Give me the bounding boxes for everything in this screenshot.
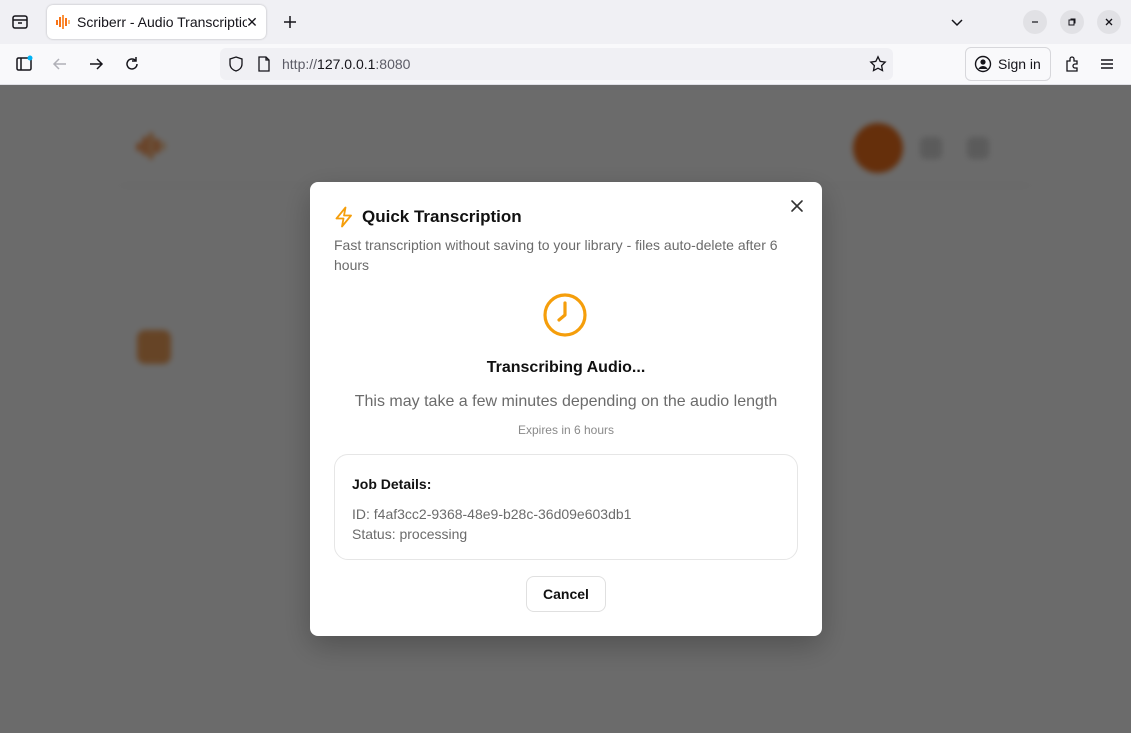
sign-in-button[interactable]: Sign in [965,47,1051,81]
reload-icon[interactable] [120,52,144,76]
dialog-description: Fast transcription without saving to you… [334,237,778,273]
browser-nav-bar: http://127.0.0.1:8080 Sign in [0,44,1131,85]
chevron-down-icon[interactable] [945,10,969,34]
menu-hamburger-icon[interactable] [1095,52,1119,76]
status-subtitle: This may take a few minutes depending on… [354,393,778,410]
expiry-note: Expires in 6 hours [517,423,615,437]
dialog-header: Quick Transcription [334,206,522,228]
tab-close-icon[interactable]: ✕ [244,14,260,30]
close-icon[interactable] [787,196,807,216]
browser-tab-bar: Scriberr - Audio Transcription ✕ [0,0,1131,44]
extensions-icon[interactable] [1060,52,1084,76]
job-status: Status: processing [352,526,468,542]
back-arrow-icon[interactable] [48,52,72,76]
new-tab-icon[interactable] [278,10,302,34]
forward-arrow-icon[interactable] [84,52,108,76]
tab-title: Scriberr - Audio Transcription [77,14,247,30]
quick-transcription-dialog: Quick Transcription Fast transcription w… [310,182,822,636]
job-id: ID: f4af3cc2-9368-48e9-b28c-36d09e603db1 [352,506,632,522]
cancel-button[interactable]: Cancel [526,576,606,612]
browser-tab[interactable]: Scriberr - Audio Transcription ✕ [47,5,266,39]
lightning-icon [335,206,352,228]
close-window-icon[interactable] [1097,10,1121,34]
sign-in-label: Sign in [998,56,1041,72]
url-port: :8080 [375,56,411,72]
minimize-icon[interactable] [1023,10,1047,34]
scriberr-favicon-icon [55,14,71,30]
url-text[interactable]: http://127.0.0.1:8080 [282,56,410,72]
url-bar[interactable]: http://127.0.0.1:8080 [220,48,893,80]
clock-icon [543,293,587,337]
dialog-title: Quick Transcription [362,207,522,226]
tab-list-icon[interactable] [8,10,32,34]
shield-icon[interactable] [228,56,244,72]
restore-icon[interactable] [1060,10,1084,34]
page-icon[interactable] [256,56,272,72]
url-host: 127.0.0.1 [317,56,376,72]
sidebar-toggle-icon[interactable] [12,52,36,76]
url-scheme: http:// [282,56,318,72]
job-details-title: Job Details: [352,476,432,492]
bookmark-star-icon[interactable] [869,55,887,73]
account-icon [974,55,992,73]
status-title: Transcribing Audio... [486,359,646,376]
job-details-card: Job Details: ID: f4af3cc2-9368-48e9-b28c… [334,454,798,560]
